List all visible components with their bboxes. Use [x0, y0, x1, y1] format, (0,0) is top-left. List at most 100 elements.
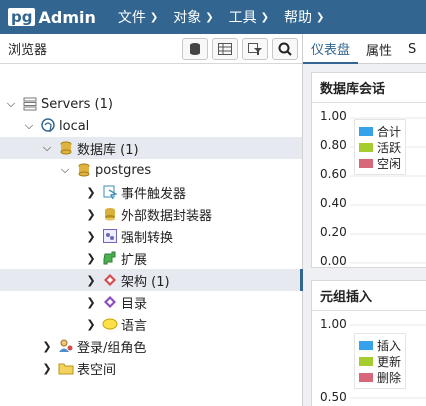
tuples-card-title: 元组插入 — [312, 281, 426, 311]
chevron-right-icon[interactable]: ❯ — [84, 252, 98, 265]
tab-sql[interactable]: S — [400, 34, 424, 64]
event-trigger-icon — [102, 184, 118, 200]
postgres-server-icon — [40, 118, 56, 134]
tree-node-label: 语言 — [121, 318, 148, 334]
y-tick-label: 0.50 — [320, 390, 347, 404]
chevron-right-icon[interactable]: ❯ — [84, 230, 98, 243]
tree-node-casts[interactable]: ❯ 强制转换 — [0, 225, 302, 247]
schemas-icon — [102, 272, 118, 288]
y-tick-label: 0.40 — [320, 196, 347, 210]
tablespaces-icon — [58, 360, 74, 376]
menu-object[interactable]: 对象 ❯ — [173, 7, 213, 27]
chevron-down-icon: ❯ — [205, 11, 214, 23]
y-tick-label: 0.80 — [320, 138, 347, 152]
tree-node-catalogs[interactable]: ❯ 目录 — [0, 291, 302, 313]
tree-node-label: 登录/组角色 — [77, 340, 147, 356]
top-navbar: pg Admin 文件 ❯ 对象 ❯ 工具 ❯ 帮助 ❯ — [0, 0, 426, 34]
query-tool-button[interactable] — [182, 37, 208, 60]
browser-title: 浏览器 — [8, 43, 48, 58]
legend-swatch — [359, 126, 373, 136]
tree-node-tablespaces[interactable]: ❯ 表空间 — [0, 357, 302, 379]
sessions-card-title: 数据库会话 — [312, 73, 426, 103]
catalog-icon — [102, 294, 118, 310]
tree-node-label: 数据库 (1) — [77, 142, 139, 158]
menu-file[interactable]: 文件 ❯ — [118, 7, 158, 27]
tree-node-label: 表空间 — [77, 362, 117, 378]
legend-item[interactable]: 删除 — [359, 369, 401, 385]
servers-icon — [22, 96, 38, 112]
tree-node-login-roles[interactable]: ❯ 登录/组角色 — [0, 335, 302, 357]
pgadmin-logo[interactable]: pg Admin — [8, 0, 96, 34]
legend-label: 合计 — [377, 124, 402, 139]
tree-node-event-triggers[interactable]: ❯ 事件触发器 — [0, 181, 302, 203]
y-tick-label: 0.20 — [320, 225, 347, 239]
legend-label: 删除 — [377, 370, 402, 385]
tree-node-label: 外部数据封装器 — [121, 208, 213, 224]
legend-swatch — [359, 158, 373, 168]
filter-rows-button[interactable] — [242, 37, 268, 60]
chevron-down-icon[interactable]: ⌵ — [4, 97, 18, 111]
view-data-button[interactable] — [212, 37, 238, 60]
logo-pg: pg — [8, 8, 36, 26]
tree-node-languages[interactable]: ❯ 语言 — [0, 313, 302, 335]
chevron-down-icon[interactable]: ⌵ — [40, 141, 54, 155]
legend-swatch — [359, 340, 373, 350]
legend-label: 插入 — [377, 338, 402, 353]
legend-item[interactable]: 更新 — [359, 353, 401, 369]
menu-tools[interactable]: 工具 ❯ — [229, 7, 269, 27]
tree-node-label: 强制转换 — [121, 230, 174, 246]
tree-node-label: 架构 (1) — [121, 274, 170, 290]
tuples-in-card: 元组插入 1.00 0.50 插入 更新 删除 — [311, 280, 426, 406]
chevron-right-icon[interactable]: ❯ — [40, 362, 54, 375]
fdw-icon — [102, 206, 118, 222]
tree-node-label: Servers (1) — [41, 96, 113, 112]
y-tick-label: 1.00 — [320, 317, 347, 331]
legend-swatch — [359, 356, 373, 366]
tree-node-databases[interactable]: ⌵ 数据库 (1) — [0, 137, 302, 159]
database-icon — [76, 162, 92, 178]
chevron-down-icon[interactable]: ⌵ — [22, 119, 36, 133]
chevron-right-icon[interactable]: ❯ — [84, 208, 98, 221]
tree-node-servers[interactable]: ⌵ Servers (1) — [0, 93, 302, 115]
panel-tabs: 仪表盘 属性 S — [303, 34, 426, 64]
main-menu: 文件 ❯ 对象 ❯ 工具 ❯ 帮助 ❯ — [118, 7, 340, 27]
search-icon — [278, 42, 292, 56]
legend-item[interactable]: 空闲 — [359, 155, 401, 171]
tree-node-postgres[interactable]: ⌵ postgres — [0, 159, 302, 181]
tab-dashboard[interactable]: 仪表盘 — [303, 34, 359, 64]
chevron-down-icon: ❯ — [149, 11, 159, 23]
login-roles-icon — [58, 338, 74, 354]
search-objects-button[interactable] — [272, 37, 298, 60]
cast-icon — [102, 228, 118, 244]
menu-tools-label: 工具 — [228, 10, 257, 26]
chevron-right-icon[interactable]: ❯ — [40, 340, 54, 353]
y-tick-label: 1.00 — [320, 109, 347, 123]
menu-help[interactable]: 帮助 ❯ — [284, 7, 324, 27]
tree-node-extensions[interactable]: ❯ 扩展 — [0, 247, 302, 269]
legend-item[interactable]: 插入 — [359, 337, 401, 353]
legend-swatch — [359, 372, 373, 382]
chevron-down-icon[interactable]: ⌵ — [58, 163, 72, 177]
legend-label: 活跃 — [377, 140, 402, 155]
legend-item[interactable]: 合计 — [359, 123, 401, 139]
chevron-right-icon[interactable]: ❯ — [84, 186, 98, 199]
extension-icon — [102, 250, 118, 266]
browser-toolbar: 浏览器 — [0, 34, 302, 64]
tree-node-label: postgres — [95, 162, 152, 178]
chevron-right-icon[interactable]: ❯ — [84, 318, 98, 331]
tree-node-fdw[interactable]: ❯ 外部数据封装器 — [0, 203, 302, 225]
tree-node-schemas[interactable]: ❯ 架构 (1) — [0, 269, 303, 291]
logo-admin: Admin — [38, 7, 96, 27]
chevron-down-icon: ❯ — [316, 11, 325, 23]
legend-label: 更新 — [377, 354, 402, 369]
legend-item[interactable]: 活跃 — [359, 139, 401, 155]
tree-node-label: 扩展 — [121, 252, 148, 268]
chevron-right-icon[interactable]: ❯ — [84, 296, 98, 309]
tree-node-label: 目录 — [121, 296, 148, 312]
menu-help-label: 帮助 — [284, 10, 313, 26]
tab-properties[interactable]: 属性 — [358, 34, 400, 64]
chevron-right-icon[interactable]: ❯ — [84, 274, 98, 287]
y-tick-label: 0.00 — [320, 254, 347, 268]
dashboard-panel: 仪表盘 属性 S 数据库会话 1.00 0.80 0.60 0.40 0.20 … — [303, 34, 426, 406]
tree-node-local[interactable]: ⌵ local — [0, 115, 302, 137]
